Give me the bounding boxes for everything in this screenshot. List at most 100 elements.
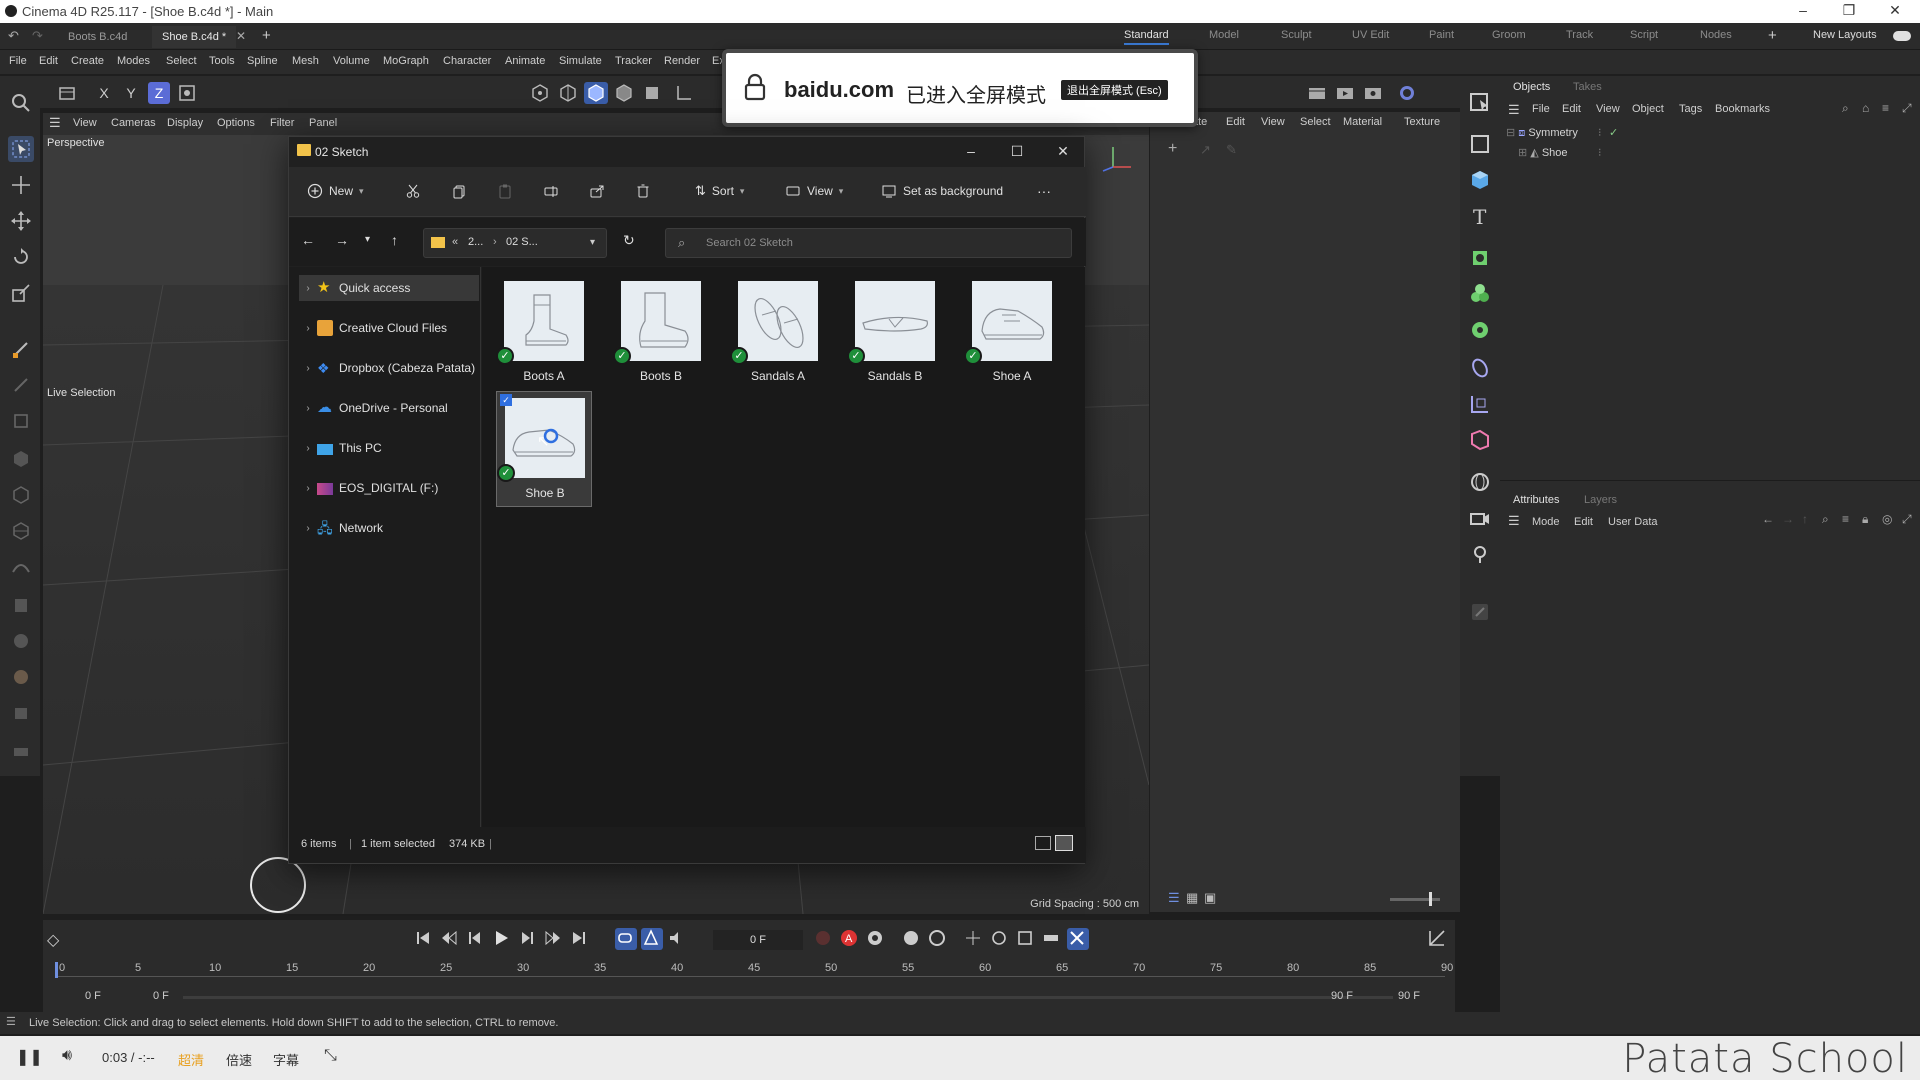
layout-paint[interactable]: Paint bbox=[1429, 29, 1454, 41]
z-axis-lock[interactable]: Z bbox=[148, 82, 170, 104]
menu-mesh[interactable]: Mesh bbox=[292, 55, 319, 67]
render-settings-icon[interactable] bbox=[1361, 82, 1385, 104]
view-button[interactable]: View ▾ bbox=[785, 183, 843, 199]
cube-icon[interactable] bbox=[1468, 168, 1494, 194]
record-disabled-icon[interactable] bbox=[813, 928, 835, 950]
up-icon[interactable]: ↑ bbox=[391, 232, 398, 248]
chevron-right-icon[interactable]: › bbox=[299, 523, 317, 534]
object-row-shoe[interactable]: ⊞ ◭ Shoe ⁝ bbox=[1518, 146, 1602, 159]
x-axis-lock[interactable]: X bbox=[93, 82, 115, 104]
nav-creative-cloud-files[interactable]: › Creative Cloud Files bbox=[299, 315, 479, 341]
large-view-icon[interactable]: ▣ bbox=[1204, 890, 1216, 906]
autokey-icon[interactable]: A bbox=[839, 928, 861, 950]
objects-hamburger-icon[interactable]: ☰ bbox=[1508, 102, 1520, 118]
search-icon[interactable] bbox=[8, 90, 34, 116]
weight-icon[interactable] bbox=[8, 700, 34, 726]
parameter-key-icon[interactable] bbox=[1041, 928, 1063, 950]
chevron-right-icon[interactable]: › bbox=[299, 403, 317, 414]
attributes-menu-user-data[interactable]: User Data bbox=[1608, 516, 1658, 528]
material-edit-icon[interactable]: ✎ bbox=[1226, 142, 1237, 158]
motion-settings-icon[interactable] bbox=[927, 928, 949, 950]
redo-icon[interactable]: ↷ bbox=[32, 28, 43, 44]
attributes-hamburger-icon[interactable]: ☰ bbox=[1508, 513, 1520, 529]
previous-key-icon[interactable] bbox=[439, 928, 461, 950]
paste-button[interactable] bbox=[497, 183, 513, 199]
material-menu-texture[interactable]: Texture bbox=[1404, 116, 1440, 128]
volume-icon[interactable]: 🔊︎ bbox=[62, 1047, 72, 1065]
close-button[interactable]: ✕ bbox=[1872, 0, 1918, 23]
tab-objects[interactable]: Objects bbox=[1513, 81, 1550, 93]
chevron-right-icon[interactable]: › bbox=[299, 323, 317, 334]
breadcrumb-parent[interactable]: 2... bbox=[468, 236, 483, 248]
layout-model[interactable]: Model bbox=[1209, 29, 1239, 41]
nav-eos-digital[interactable]: › EOS_DIGITAL (F:) bbox=[299, 475, 479, 501]
nav-onedrive[interactable]: › ☁ OneDrive - Personal bbox=[299, 395, 479, 421]
restore-button[interactable]: ❐ bbox=[1826, 0, 1872, 23]
objects-menu-edit[interactable]: Edit bbox=[1562, 103, 1581, 115]
viewport-menu-panel[interactable]: Panel bbox=[309, 117, 337, 129]
redshift-icon[interactable] bbox=[1395, 82, 1419, 104]
pause-icon[interactable]: ❚❚ bbox=[16, 1047, 43, 1067]
forward-icon[interactable]: → bbox=[335, 232, 349, 248]
viewport-menu-cameras[interactable]: Cameras bbox=[111, 117, 156, 129]
selection-checkbox[interactable]: ✓ bbox=[500, 394, 512, 406]
position-key-icon[interactable] bbox=[963, 928, 985, 950]
preview-range-bar[interactable] bbox=[183, 996, 1393, 999]
rotate-icon[interactable] bbox=[8, 244, 34, 270]
objects-menu-bookmarks[interactable]: Bookmarks bbox=[1715, 103, 1770, 115]
visibility-dots-icon[interactable]: ⁝ bbox=[1598, 126, 1602, 139]
expand-icon[interactable]: ⊞ bbox=[1518, 147, 1527, 159]
set-as-background-button[interactable]: Set as background bbox=[881, 183, 1003, 199]
layout-nodes[interactable]: Nodes bbox=[1700, 29, 1732, 41]
render-to-picture-viewer-icon[interactable] bbox=[1333, 82, 1357, 104]
move-icon[interactable] bbox=[8, 172, 34, 198]
share-button[interactable] bbox=[589, 183, 605, 199]
attributes-expand-icon[interactable]: ⤢ bbox=[1902, 512, 1912, 527]
paint-tool-icon[interactable] bbox=[1468, 600, 1494, 626]
explorer-maximize-button[interactable]: ☐ bbox=[1007, 143, 1027, 161]
axis-mode-icon[interactable] bbox=[672, 82, 696, 104]
field-icon[interactable] bbox=[1468, 392, 1494, 418]
search-box[interactable]: ⌕ Search 02 Sketch bbox=[665, 228, 1072, 258]
points-mode-icon[interactable] bbox=[528, 82, 552, 104]
null-object-icon[interactable] bbox=[1468, 132, 1494, 158]
file-tile-boots-a[interactable]: ✓ Boots A bbox=[496, 275, 592, 391]
add-layout-icon[interactable]: + bbox=[1768, 27, 1777, 44]
file-tile-shoe-b[interactable]: ✓ ✓ Shoe B ↖ bbox=[496, 391, 592, 507]
deformer-icon[interactable] bbox=[1468, 356, 1494, 382]
new-button[interactable]: New ▾ bbox=[307, 183, 364, 199]
material-menu-material[interactable]: Material bbox=[1343, 116, 1382, 128]
list-view-icon[interactable]: ☰ bbox=[1168, 890, 1180, 906]
close-tab-icon[interactable]: ✕ bbox=[236, 29, 246, 43]
objects-search-icon[interactable]: ⌕ bbox=[1842, 101, 1849, 116]
y-axis-lock[interactable]: Y bbox=[120, 82, 142, 104]
recent-locations-icon[interactable]: ▾ bbox=[365, 234, 370, 245]
attributes-menu-mode[interactable]: Mode bbox=[1532, 516, 1560, 528]
thumbnail-size-slider[interactable] bbox=[1390, 898, 1440, 901]
menu-create[interactable]: Create bbox=[71, 55, 104, 67]
play-icon[interactable] bbox=[491, 928, 513, 950]
delete-button[interactable] bbox=[635, 183, 651, 199]
forward-arrow-icon[interactable]: → bbox=[1782, 512, 1794, 526]
nav-quick-access[interactable]: › ★ Quick access bbox=[299, 275, 479, 301]
bevel-icon[interactable] bbox=[8, 482, 34, 508]
viewport-menu-view[interactable]: View bbox=[73, 117, 97, 129]
layout-groom[interactable]: Groom bbox=[1492, 29, 1526, 41]
cube-tool-icon[interactable] bbox=[8, 408, 34, 434]
preview-end-field[interactable]: 90 F bbox=[1331, 990, 1353, 1002]
sort-button[interactable]: ⇅ Sort ▾ bbox=[695, 183, 744, 199]
layout-standard[interactable]: Standard bbox=[1124, 29, 1169, 45]
timeline-ruler[interactable] bbox=[55, 976, 1445, 977]
layout-sculpt[interactable]: Sculpt bbox=[1281, 29, 1312, 41]
quality-button[interactable]: 超清 bbox=[178, 1050, 204, 1069]
undo-icon[interactable]: ↶ bbox=[8, 28, 19, 44]
polygons-mode-icon[interactable] bbox=[584, 82, 608, 104]
large-icons-view-icon[interactable] bbox=[1055, 835, 1073, 851]
preview-start-field[interactable]: 0 F bbox=[153, 990, 169, 1002]
file-tile-sandals-b[interactable]: ✓ Sandals B bbox=[847, 275, 943, 391]
selection-object-icon[interactable] bbox=[1468, 90, 1494, 116]
go-to-end-icon[interactable] bbox=[569, 928, 591, 950]
objects-filter-icon[interactable]: ≡ bbox=[1882, 101, 1889, 115]
key-settings-icon[interactable] bbox=[865, 928, 887, 950]
scale-icon[interactable] bbox=[8, 280, 34, 306]
